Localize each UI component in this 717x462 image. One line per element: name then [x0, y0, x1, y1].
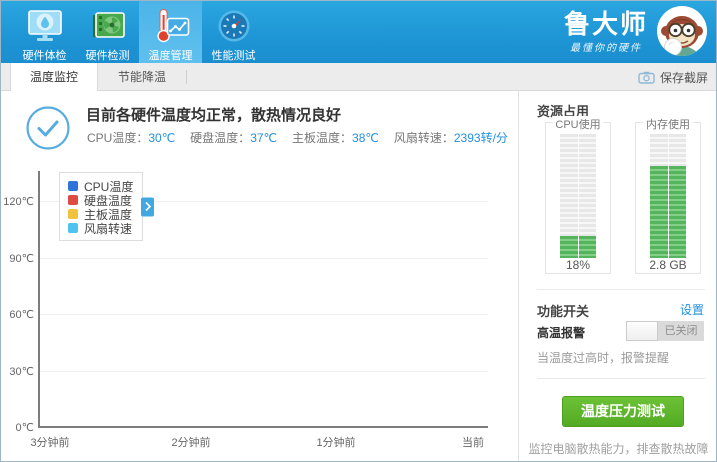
tab-divider: [186, 70, 187, 84]
gridline: [39, 371, 488, 372]
x-tick: 当前: [462, 437, 484, 449]
alarm-description: 当温度过高时，报警提醒: [537, 351, 670, 365]
toggle-state-label: 已关闭: [664, 325, 698, 337]
toolbar-label: 性能测试: [211, 50, 256, 62]
gpu-card-icon: [88, 6, 128, 46]
status-ok-icon: [25, 105, 71, 156]
legend-label: 风扇转速: [84, 221, 133, 236]
y-tick: 90℃: [9, 253, 34, 265]
memory-usage-gauge: 内存使用 2.8 GB: [635, 116, 701, 274]
brand-text: 鲁大师 最懂你的硬件: [564, 9, 648, 54]
gridline: [39, 314, 488, 315]
y-axis-line: [38, 171, 40, 428]
chevron-right-icon: [145, 201, 151, 212]
gauge-icon: [214, 6, 254, 46]
metric-disk-temp: 硬盘温度：37℃: [190, 131, 278, 145]
status-metrics: CPU温度：30℃ 硬盘温度：37℃ 主板温度：38℃ 风扇转速：2393转/分: [87, 129, 508, 146]
cpu-usage-bar: [560, 134, 596, 258]
main-panel: 目前各硬件温度均正常，散热情况良好 CPU温度：30℃ 硬盘温度：37℃ 主板温…: [1, 91, 518, 461]
metric-fan-speed: 风扇转速：2393转/分: [393, 131, 508, 145]
toolbar-label: 硬件体检: [22, 50, 67, 62]
divider: [537, 378, 705, 379]
function-switch-title: 功能开关: [537, 304, 590, 319]
main-toolbar: 硬件体检 硬件检测 温度管理 性能测试: [1, 1, 265, 63]
cpu-usage-fill: [560, 235, 596, 258]
legend-swatch: [68, 209, 78, 219]
high-temp-alarm-label: 高温报警: [537, 326, 586, 340]
sidebar-footer-text: 监控电脑散热能力，排查散热故障: [528, 442, 709, 456]
high-temp-alarm-toggle[interactable]: 已关闭: [626, 321, 704, 341]
save-screenshot-button[interactable]: 保存截屏: [638, 63, 708, 91]
toolbar-item-hardware-detect[interactable]: 硬件检测: [76, 1, 139, 63]
metric-board-temp: 主板温度：38℃: [292, 131, 379, 145]
mascot-avatar: [656, 5, 708, 57]
brand: 鲁大师 最懂你的硬件: [564, 5, 708, 57]
app-window: 硬件体检 硬件检测 温度管理 性能测试 鲁大师 最懂你的硬件 温度监控 节能降温…: [0, 0, 717, 462]
toolbar-item-temperature[interactable]: 温度管理: [139, 1, 202, 63]
memory-usage-bar: [650, 134, 686, 258]
brand-name: 鲁大师: [563, 8, 648, 39]
y-tick: 120℃: [3, 196, 34, 208]
legend-swatch: [68, 223, 78, 233]
gridline: [39, 258, 488, 259]
cpu-usage-value: 18%: [565, 258, 591, 272]
legend-item-fan: 风扇转速: [68, 221, 133, 236]
legend-collapse-button[interactable]: [141, 197, 155, 216]
chart-legend: CPU温度 硬盘温度 主板温度 风扇转速: [59, 172, 155, 241]
settings-link[interactable]: 设置: [680, 301, 704, 318]
divider: [537, 289, 705, 290]
cpu-usage-label: CPU使用: [552, 116, 604, 132]
temperature-stress-test-button[interactable]: 温度压力测试: [562, 396, 684, 427]
header: 硬件体检 硬件检测 温度管理 性能测试 鲁大师 最懂你的硬件: [1, 1, 716, 63]
metric-cpu-temp: CPU温度：30℃: [87, 131, 176, 145]
toolbar-item-hardware-checkup[interactable]: 硬件体检: [13, 1, 76, 63]
brand-slogan: 最懂你的硬件: [569, 42, 642, 54]
toolbar-item-benchmark[interactable]: 性能测试: [202, 1, 265, 63]
memory-usage-fill: [650, 166, 686, 258]
tab-bar: 温度监控 节能降温 保存截屏: [1, 63, 716, 92]
sidebar: 资源占用 CPU使用 18% 内存使用 2.8 GB 功能开关 设置 高温报警 …: [518, 91, 716, 461]
tab-temperature-monitor[interactable]: 温度监控: [10, 63, 98, 92]
x-tick: 3分钟前: [30, 437, 70, 449]
camera-icon: [638, 71, 655, 84]
toggle-handle: [626, 321, 658, 341]
x-tick: 1分钟前: [316, 437, 356, 449]
x-axis-line: [38, 426, 488, 428]
x-tick: 2分钟前: [171, 437, 211, 449]
temperature-chart: 120℃ 90℃ 60℃ 30℃ 0℃ 3分钟前 2分钟前 1分钟前 当前 CP…: [1, 161, 518, 461]
toolbar-label: 硬件检测: [85, 50, 130, 62]
thermometer-chart-icon: [151, 6, 191, 46]
y-tick: 0℃: [15, 422, 34, 434]
y-tick: 30℃: [9, 366, 34, 378]
cpu-usage-gauge: CPU使用 18%: [545, 116, 611, 274]
memory-usage-value: 2.8 GB: [649, 258, 687, 272]
tab-energy-cooling[interactable]: 节能降温: [98, 63, 186, 91]
y-tick: 60℃: [9, 309, 34, 321]
legend-swatch: [68, 195, 78, 205]
toolbar-label: 温度管理: [148, 50, 193, 62]
monitor-drop-icon: [25, 6, 65, 46]
status-title: 目前各硬件温度均正常，散热情况良好: [86, 107, 342, 124]
save-screenshot-label: 保存截屏: [659, 70, 708, 85]
legend-swatch: [68, 181, 78, 191]
memory-usage-label: 内存使用: [643, 116, 693, 132]
